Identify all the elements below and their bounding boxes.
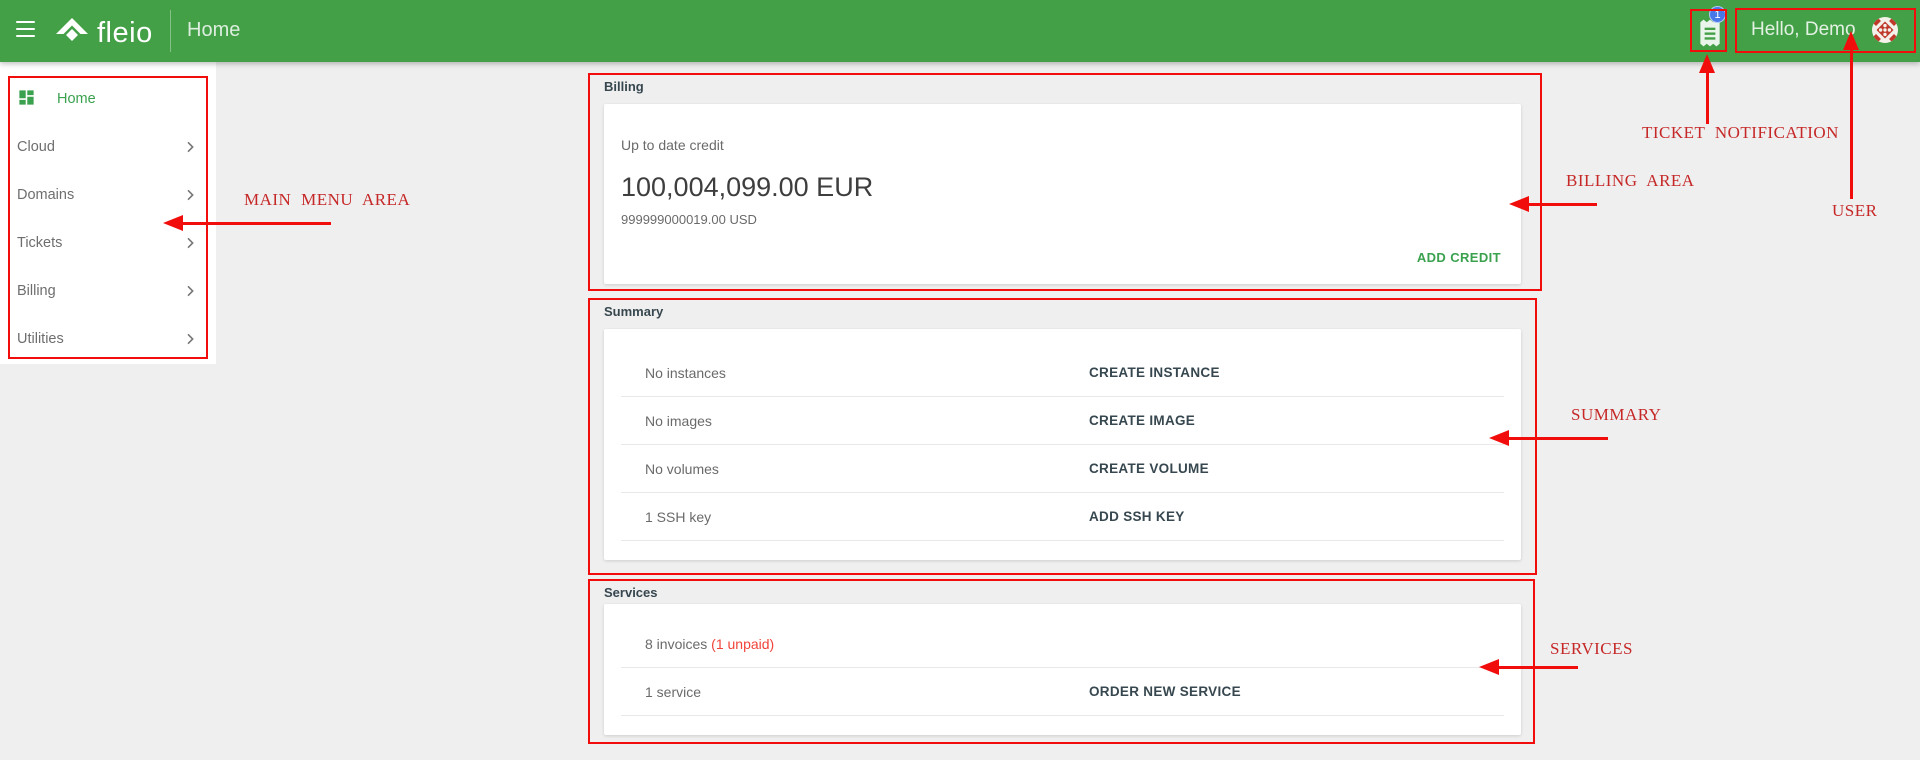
chevron-right-icon [182,187,198,203]
ticket-notification-badge: 1 [1709,6,1726,23]
create-image-link[interactable]: CREATE IMAGE [1089,413,1195,428]
credit-amount-eur: 100,004,099.00 EUR [621,172,1521,203]
hamburger-icon[interactable] [16,21,35,41]
summary-row-ssh: 1 SSH key ADD SSH KEY [621,493,1504,541]
annotation-arrow-billing [1509,196,1597,212]
order-new-service-link[interactable]: ORDER NEW SERVICE [1089,684,1241,699]
dashboard-icon [17,88,36,111]
sidebar-item-domains[interactable]: Domains [0,171,216,219]
credit-amount-usd: 999999000019.00 USD [621,212,1521,227]
invoices-count: 8 invoices [645,636,707,652]
annotation-label-billing: BILLING AREA [1566,171,1695,191]
billing-card: Up to date credit 100,004,099.00 EUR 999… [604,104,1521,284]
main-menu: Home Cloud Domains Tickets Billing [0,62,216,364]
sidebar-item-cloud[interactable]: Cloud [0,123,216,171]
fleio-dashboard: fleio Home 1 Hello, Demo [0,0,1920,760]
sidebar-item-label: Billing [17,283,56,299]
user-menu[interactable]: Hello, Demo [1751,19,1856,41]
add-ssh-key-link[interactable]: ADD SSH KEY [1089,509,1185,524]
annotation-label-summary: SUMMARY [1571,405,1661,425]
row-label: No images [645,413,712,429]
sidebar-item-label: Cloud [17,139,55,155]
row-label: 1 service [645,684,701,700]
chevron-right-icon [182,283,198,299]
sidebar-item-tickets[interactable]: Tickets [0,219,216,267]
row-label: No instances [645,365,726,381]
row-label: 8 invoices (1 unpaid) [645,636,774,652]
annotation-label-user: USER [1832,201,1877,221]
sidebar-item-home[interactable]: Home [0,75,216,123]
add-credit-button[interactable]: ADD CREDIT [1409,244,1509,271]
credit-label: Up to date credit [621,137,1521,153]
row-label: 1 SSH key [645,509,711,525]
ticket-notification-button[interactable] [1697,18,1727,48]
page-title: Home [187,19,240,42]
ticket-document-icon [1697,35,1723,52]
summary-section-title: Summary [604,304,663,319]
chevron-right-icon [182,331,198,347]
services-row-invoices: 8 invoices (1 unpaid) [621,620,1504,668]
sidebar-item-utilities[interactable]: Utilities [0,315,216,363]
sidebar-item-label: Utilities [17,331,64,347]
summary-card: No instances CREATE INSTANCE No images C… [604,329,1521,560]
annotation-label-main-menu: MAIN MENU AREA [244,190,410,210]
create-volume-link[interactable]: CREATE VOLUME [1089,461,1209,476]
sidebar-item-label: Tickets [17,235,62,251]
unpaid-note: (1 unpaid) [711,636,774,652]
fleio-logo-icon [54,14,90,51]
annotation-label-services: SERVICES [1550,639,1633,659]
sidebar-item-label: Domains [17,187,74,203]
services-section-title: Services [604,585,658,600]
language-globe-icon[interactable] [1871,16,1899,44]
app-header: fleio Home 1 Hello, Demo [0,0,1920,62]
annotation-arrow-ticket [1699,54,1715,124]
chevron-right-icon [182,235,198,251]
sidebar-item-billing[interactable]: Billing [0,267,216,315]
services-row-service: 1 service ORDER NEW SERVICE [621,668,1504,716]
chevron-right-icon [182,139,198,155]
sidebar-item-label: Home [57,91,96,107]
create-instance-link[interactable]: CREATE INSTANCE [1089,365,1220,380]
brand-name: fleio [97,16,153,50]
header-divider [170,10,171,52]
brand-logo[interactable]: fleio [54,14,153,51]
annotation-label-ticket: TICKET NOTIFICATION [1642,123,1839,143]
summary-row-volumes: No volumes CREATE VOLUME [621,445,1504,493]
row-label: No volumes [645,461,719,477]
billing-section-title: Billing [604,79,644,94]
summary-row-instances: No instances CREATE INSTANCE [621,349,1504,397]
services-card: 8 invoices (1 unpaid) 1 service ORDER NE… [604,604,1521,735]
summary-row-images: No images CREATE IMAGE [621,397,1504,445]
